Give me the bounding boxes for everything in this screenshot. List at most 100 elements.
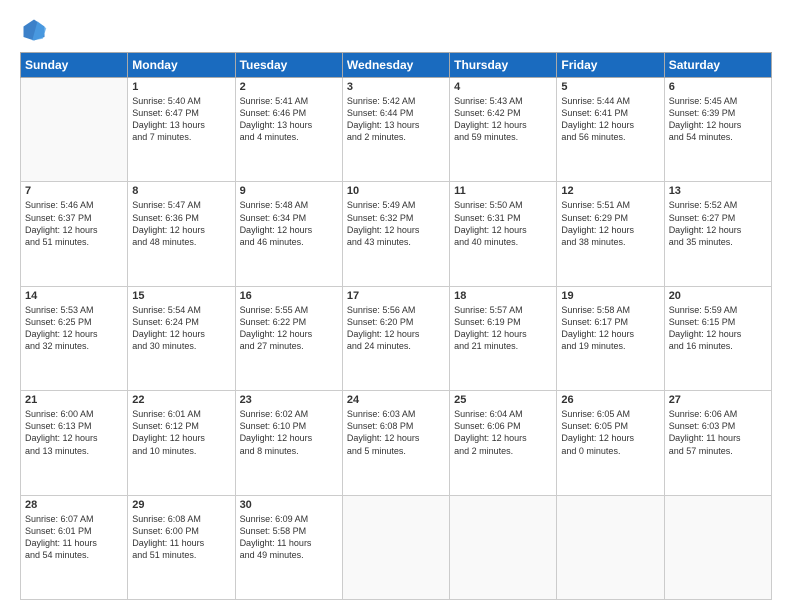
- day-cell: 10 Sunrise: 5:49 AMSunset: 6:32 PMDayligh…: [342, 182, 449, 286]
- weekday-header-row: SundayMondayTuesdayWednesdayThursdayFrid…: [21, 53, 772, 78]
- day-cell: [342, 495, 449, 599]
- day-cell: 28 Sunrise: 6:07 AMSunset: 6:01 PMDayligh…: [21, 495, 128, 599]
- day-info: Sunrise: 5:45 AMSunset: 6:39 PMDaylight:…: [669, 95, 767, 144]
- day-info: Sunrise: 5:52 AMSunset: 6:27 PMDaylight:…: [669, 199, 767, 248]
- day-info: Sunrise: 5:50 AMSunset: 6:31 PMDaylight:…: [454, 199, 552, 248]
- day-cell: 14 Sunrise: 5:53 AMSunset: 6:25 PMDayligh…: [21, 286, 128, 390]
- day-cell: 29Sunrise: 6:08 AMSunset: 6:00 PMDayligh…: [128, 495, 235, 599]
- day-number: 28: [25, 499, 123, 511]
- day-number: 10: [347, 185, 445, 197]
- day-number: 9: [240, 185, 338, 197]
- page: SundayMondayTuesdayWednesdayThursdayFrid…: [0, 0, 792, 612]
- day-number: 6: [669, 81, 767, 93]
- day-number: 3: [347, 81, 445, 93]
- day-info: Sunrise: 5:59 AMSunset: 6:15 PMDaylight:…: [669, 304, 767, 353]
- day-cell: 9 Sunrise: 5:48 AMSunset: 6:34 PMDaylight…: [235, 182, 342, 286]
- weekday-header-friday: Friday: [557, 53, 664, 78]
- day-info: Sunrise: 6:04 AMSunset: 6:06 PMDaylight:…: [454, 408, 552, 457]
- day-info: Sunrise: 5:51 AMSunset: 6:29 PMDaylight:…: [561, 199, 659, 248]
- day-cell: 13 Sunrise: 5:52 AMSunset: 6:27 PMDayligh…: [664, 182, 771, 286]
- day-number: 23: [240, 394, 338, 406]
- day-info: Sunrise: 6:01 AMSunset: 6:12 PMDaylight:…: [132, 408, 230, 457]
- day-number: 14: [25, 290, 123, 302]
- day-number: 4: [454, 81, 552, 93]
- day-info: Sunrise: 5:49 AMSunset: 6:32 PMDaylight:…: [347, 199, 445, 248]
- day-cell: 16 Sunrise: 5:55 AMSunset: 6:22 PMDayligh…: [235, 286, 342, 390]
- day-number: 22: [132, 394, 230, 406]
- day-number: 26: [561, 394, 659, 406]
- weekday-header-wednesday: Wednesday: [342, 53, 449, 78]
- day-info: Sunrise: 5:47 AMSunset: 6:36 PMDaylight:…: [132, 199, 230, 248]
- day-cell: 11 Sunrise: 5:50 AMSunset: 6:31 PMDayligh…: [450, 182, 557, 286]
- week-row-5: 28 Sunrise: 6:07 AMSunset: 6:01 PMDayligh…: [21, 495, 772, 599]
- day-cell: 15 Sunrise: 5:54 AMSunset: 6:24 PMDayligh…: [128, 286, 235, 390]
- day-info: Sunrise: 6:02 AMSunset: 6:10 PMDaylight:…: [240, 408, 338, 457]
- day-cell: 23 Sunrise: 6:02 AMSunset: 6:10 PMDayligh…: [235, 391, 342, 495]
- day-number: 30: [240, 499, 338, 511]
- day-info: Sunrise: 5:46 AMSunset: 6:37 PMDaylight:…: [25, 199, 123, 248]
- day-number: 24: [347, 394, 445, 406]
- week-row-2: 7 Sunrise: 5:46 AMSunset: 6:37 PMDaylight…: [21, 182, 772, 286]
- weekday-header-sunday: Sunday: [21, 53, 128, 78]
- calendar: SundayMondayTuesdayWednesdayThursdayFrid…: [20, 52, 772, 600]
- day-info: Sunrise: 5:40 AMSunset: 6:47 PMDaylight:…: [132, 95, 230, 144]
- day-cell: 20 Sunrise: 5:59 AMSunset: 6:15 PMDayligh…: [664, 286, 771, 390]
- header: [20, 16, 772, 44]
- day-info: Sunrise: 6:06 AMSunset: 6:03 PMDaylight:…: [669, 408, 767, 457]
- day-cell: [557, 495, 664, 599]
- day-number: 1: [132, 81, 230, 93]
- day-info: Sunrise: 6:00 AMSunset: 6:13 PMDaylight:…: [25, 408, 123, 457]
- day-cell: 6 Sunrise: 5:45 AMSunset: 6:39 PMDaylight…: [664, 78, 771, 182]
- day-number: 20: [669, 290, 767, 302]
- day-info: Sunrise: 5:43 AMSunset: 6:42 PMDaylight:…: [454, 95, 552, 144]
- day-number: 2: [240, 81, 338, 93]
- day-cell: [664, 495, 771, 599]
- day-number: 15: [132, 290, 230, 302]
- day-number: 27: [669, 394, 767, 406]
- weekday-header-thursday: Thursday: [450, 53, 557, 78]
- day-cell: 22 Sunrise: 6:01 AMSunset: 6:12 PMDayligh…: [128, 391, 235, 495]
- day-number: 25: [454, 394, 552, 406]
- day-cell: 25 Sunrise: 6:04 AMSunset: 6:06 PMDayligh…: [450, 391, 557, 495]
- day-cell: 21 Sunrise: 6:00 AMSunset: 6:13 PMDayligh…: [21, 391, 128, 495]
- day-info: Sunrise: 5:55 AMSunset: 6:22 PMDaylight:…: [240, 304, 338, 353]
- day-cell: 2Sunrise: 5:41 AMSunset: 6:46 PMDaylight…: [235, 78, 342, 182]
- day-number: 21: [25, 394, 123, 406]
- day-cell: [21, 78, 128, 182]
- day-cell: 30 Sunrise: 6:09 AMSunset: 5:58 PMDayligh…: [235, 495, 342, 599]
- day-cell: 8 Sunrise: 5:47 AMSunset: 6:36 PMDaylight…: [128, 182, 235, 286]
- day-cell: 12Sunrise: 5:51 AMSunset: 6:29 PMDayligh…: [557, 182, 664, 286]
- day-info: Sunrise: 5:56 AMSunset: 6:20 PMDaylight:…: [347, 304, 445, 353]
- day-cell: 4 Sunrise: 5:43 AMSunset: 6:42 PMDaylight…: [450, 78, 557, 182]
- day-info: Sunrise: 5:44 AMSunset: 6:41 PMDaylight:…: [561, 95, 659, 144]
- day-number: 13: [669, 185, 767, 197]
- day-cell: 26 Sunrise: 6:05 AMSunset: 6:05 PMDayligh…: [557, 391, 664, 495]
- day-info: Sunrise: 5:48 AMSunset: 6:34 PMDaylight:…: [240, 199, 338, 248]
- day-cell: 27 Sunrise: 6:06 AMSunset: 6:03 PMDayligh…: [664, 391, 771, 495]
- day-info: Sunrise: 5:57 AMSunset: 6:19 PMDaylight:…: [454, 304, 552, 353]
- day-cell: 18 Sunrise: 5:57 AMSunset: 6:19 PMDayligh…: [450, 286, 557, 390]
- day-info: Sunrise: 5:42 AMSunset: 6:44 PMDaylight:…: [347, 95, 445, 144]
- day-cell: 17Sunrise: 5:56 AMSunset: 6:20 PMDayligh…: [342, 286, 449, 390]
- day-number: 8: [132, 185, 230, 197]
- day-info: Sunrise: 6:07 AMSunset: 6:01 PMDaylight:…: [25, 513, 123, 562]
- weekday-header-monday: Monday: [128, 53, 235, 78]
- day-info: Sunrise: 6:09 AMSunset: 5:58 PMDaylight:…: [240, 513, 338, 562]
- day-info: Sunrise: 5:53 AMSunset: 6:25 PMDaylight:…: [25, 304, 123, 353]
- day-number: 16: [240, 290, 338, 302]
- day-number: 11: [454, 185, 552, 197]
- day-info: Sunrise: 6:08 AMSunset: 6:00 PMDaylight:…: [132, 513, 230, 562]
- logo: [20, 16, 52, 44]
- day-number: 19: [561, 290, 659, 302]
- day-cell: 7 Sunrise: 5:46 AMSunset: 6:37 PMDaylight…: [21, 182, 128, 286]
- day-number: 5: [561, 81, 659, 93]
- day-number: 18: [454, 290, 552, 302]
- day-info: Sunrise: 6:05 AMSunset: 6:05 PMDaylight:…: [561, 408, 659, 457]
- weekday-header-saturday: Saturday: [664, 53, 771, 78]
- day-cell: 24 Sunrise: 6:03 AMSunset: 6:08 PMDayligh…: [342, 391, 449, 495]
- day-number: 7: [25, 185, 123, 197]
- day-info: Sunrise: 5:54 AMSunset: 6:24 PMDaylight:…: [132, 304, 230, 353]
- day-info: Sunrise: 5:58 AMSunset: 6:17 PMDaylight:…: [561, 304, 659, 353]
- week-row-4: 21 Sunrise: 6:00 AMSunset: 6:13 PMDayligh…: [21, 391, 772, 495]
- day-info: Sunrise: 6:03 AMSunset: 6:08 PMDaylight:…: [347, 408, 445, 457]
